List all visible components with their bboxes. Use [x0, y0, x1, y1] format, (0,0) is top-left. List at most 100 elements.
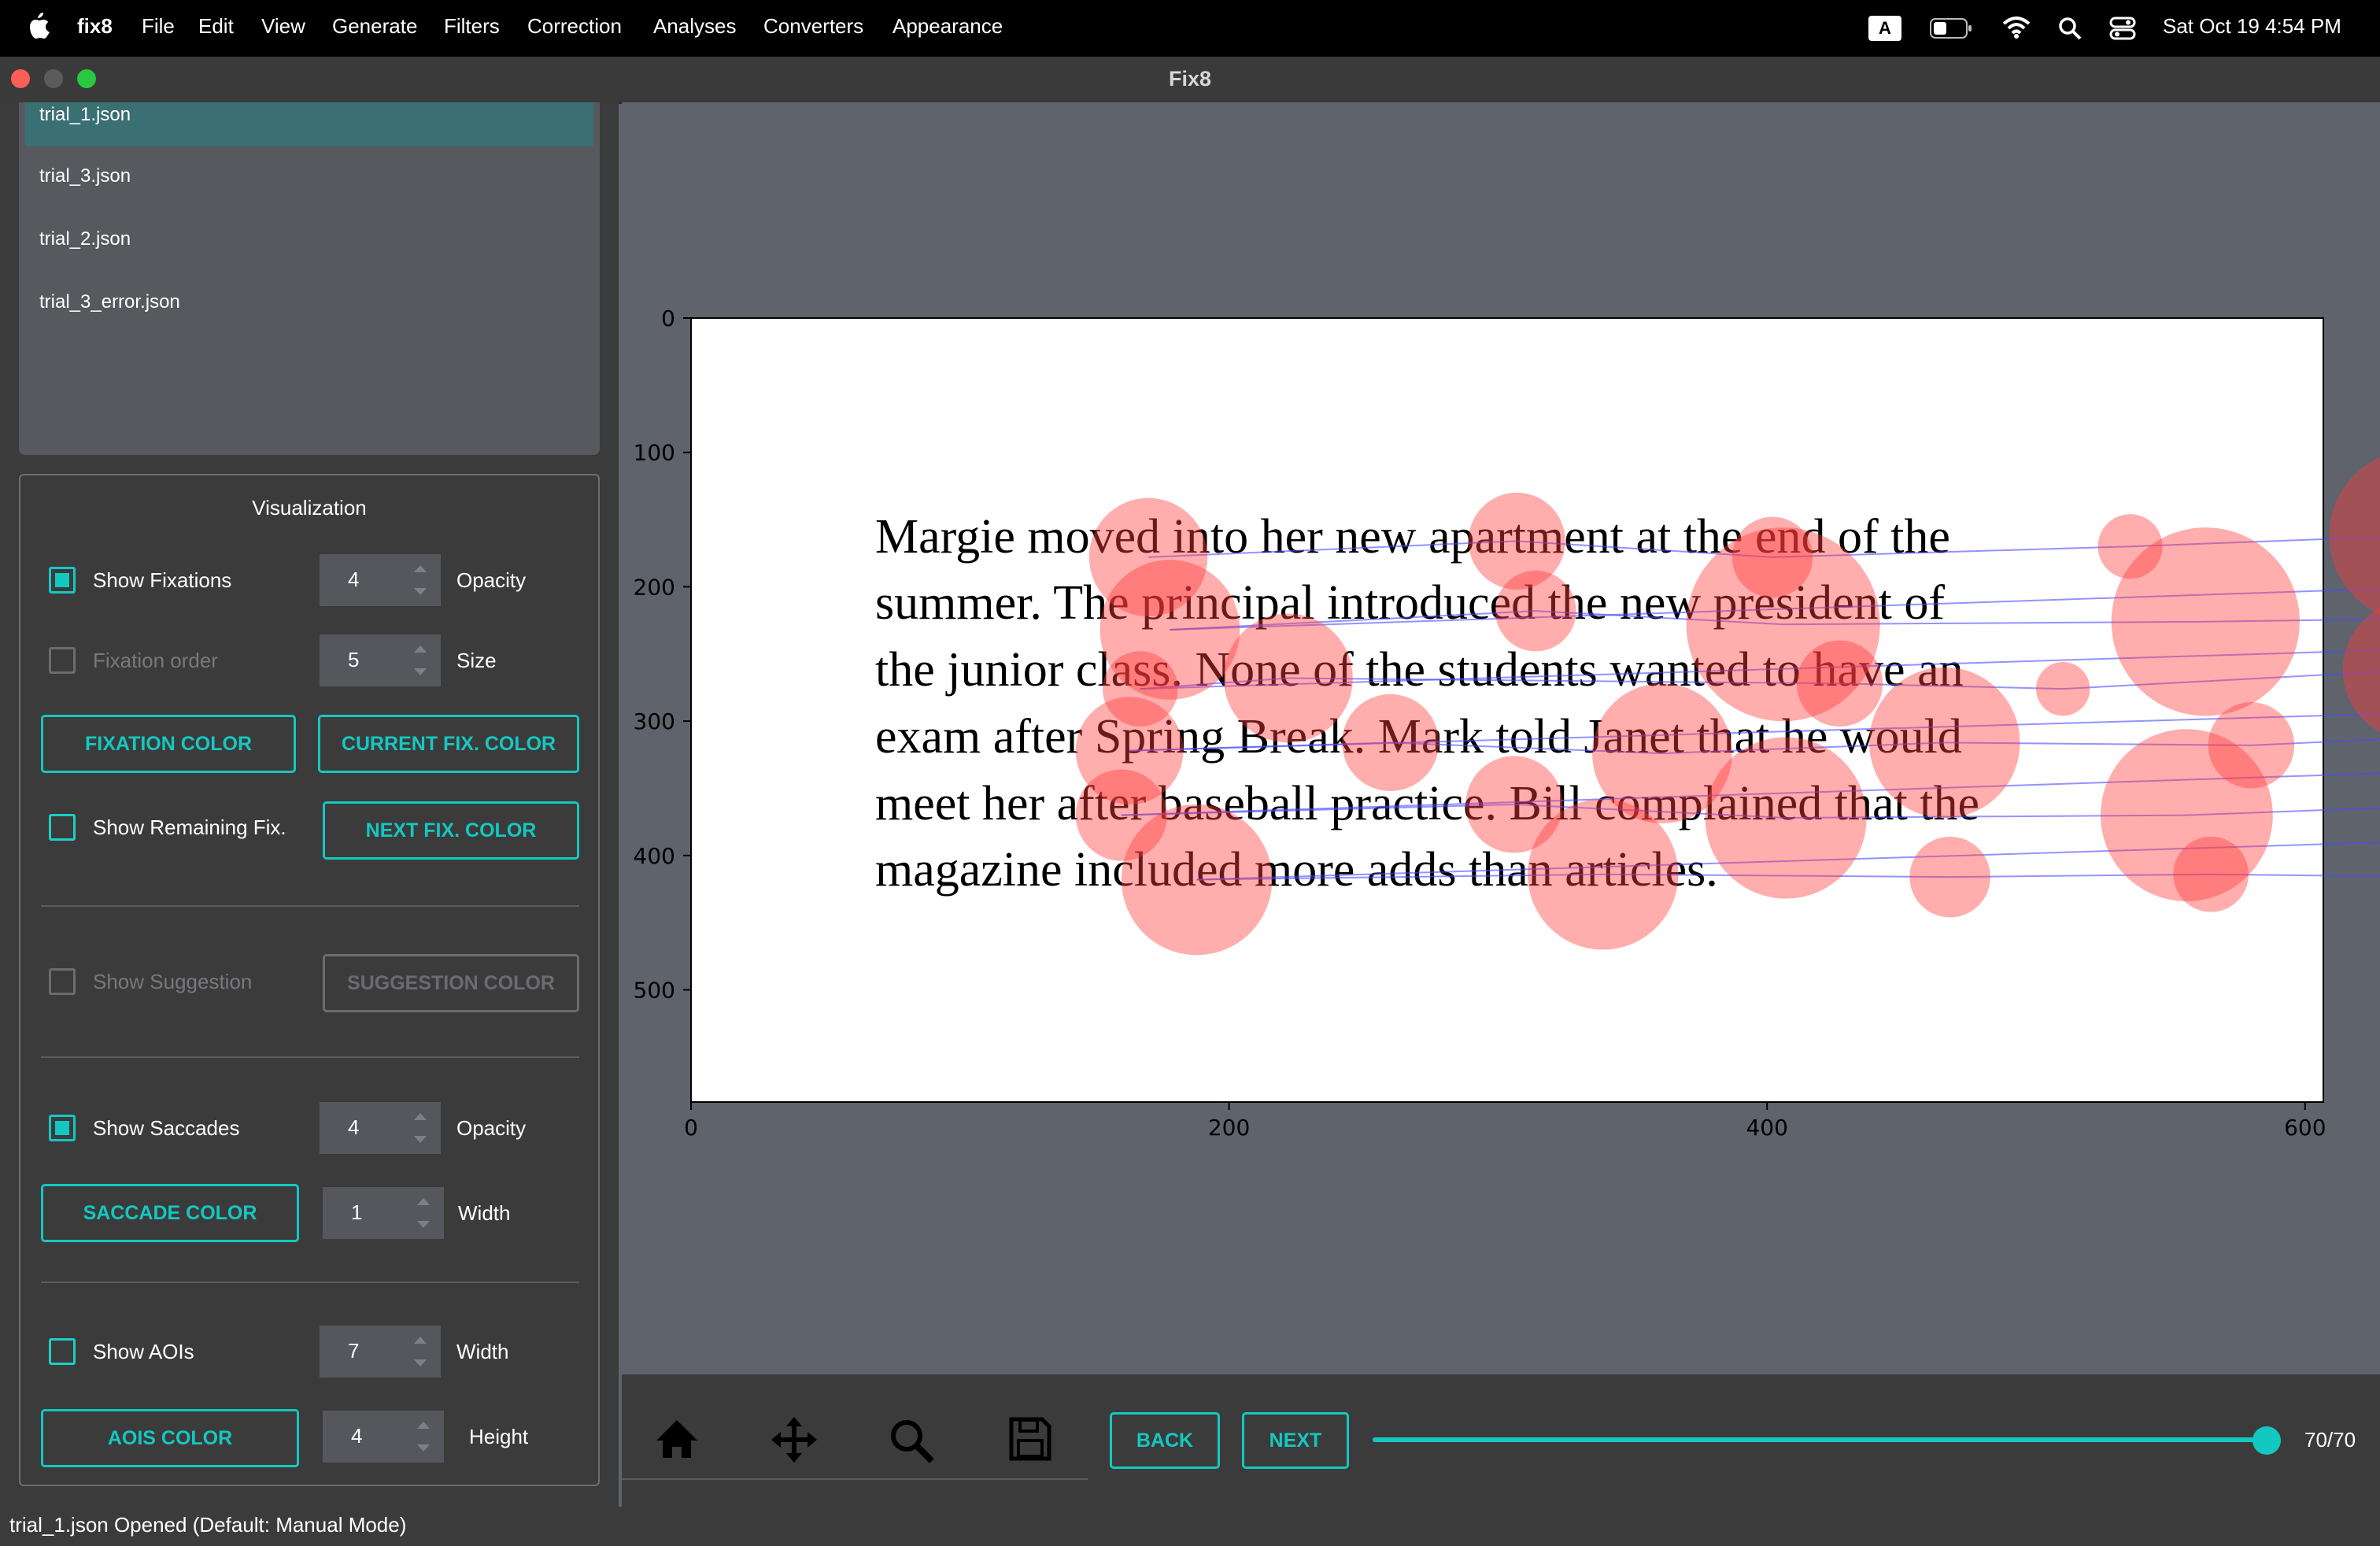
home-icon[interactable]: [653, 1417, 700, 1461]
fixation-opacity-spinbox[interactable]: 4: [320, 554, 441, 606]
menu-edit[interactable]: Edit: [198, 14, 234, 39]
file-item-trial-3-error[interactable]: trial_3_error.json: [39, 291, 180, 313]
aoi-width-spinbox[interactable]: 7: [320, 1326, 441, 1378]
menu-filters[interactable]: Filters: [444, 14, 500, 39]
spotlight-search-icon[interactable]: [2057, 16, 2082, 41]
aoi-width-label: Width: [456, 1340, 509, 1363]
next-button[interactable]: NEXT: [1242, 1412, 1349, 1469]
show-fixations-checkbox[interactable]: [49, 567, 76, 594]
spin-down-icon[interactable]: [414, 1359, 427, 1367]
divider: [41, 1056, 579, 1058]
save-floppy-icon[interactable]: [1009, 1417, 1051, 1461]
show-saccades-label: Show Saccades: [93, 1116, 240, 1140]
menu-correction[interactable]: Correction: [527, 14, 622, 39]
menu-analyses[interactable]: Analyses: [653, 14, 737, 39]
y-tick-label: 0: [661, 305, 675, 331]
saccade-width-spinbox[interactable]: 1: [323, 1187, 444, 1239]
fixation-point[interactable]: [1527, 798, 1679, 950]
show-remaining-fix-label: Show Remaining Fix.: [93, 816, 286, 839]
pan-move-icon[interactable]: [770, 1415, 819, 1464]
zoom-magnifier-icon[interactable]: [888, 1417, 935, 1464]
show-suggestion-checkbox[interactable]: [49, 968, 76, 995]
fixation-point[interactable]: [1705, 737, 1867, 899]
spin-up-icon[interactable]: [414, 1113, 427, 1120]
menu-generate[interactable]: Generate: [332, 14, 417, 39]
fixation-point[interactable]: [2173, 836, 2249, 912]
apple-icon[interactable]: [27, 13, 50, 39]
input-source-label: A: [1879, 18, 1891, 38]
visualization-panel: Visualization Show Fixations 4 Opacity F…: [19, 474, 600, 1486]
fixation-opacity-label: Opacity: [456, 568, 527, 592]
show-remaining-fix-checkbox[interactable]: [49, 814, 76, 841]
fixation-size-spinbox[interactable]: 5: [320, 634, 441, 686]
fixation-plot[interactable]: Margie moved into her new apartment at t…: [622, 102, 2380, 1374]
fixation-point[interactable]: [2111, 527, 2300, 716]
current-fix-color-button[interactable]: CURRENT FIX. COLOR: [318, 715, 579, 773]
spin-down-icon[interactable]: [417, 1444, 430, 1452]
wifi-icon[interactable]: [2002, 16, 2031, 39]
aois-color-button[interactable]: AOIS COLOR: [41, 1409, 299, 1467]
spin-up-icon[interactable]: [417, 1198, 430, 1205]
y-tick-label: 300: [634, 708, 675, 734]
macos-menubar: fix8 File Edit View Generate Filters Cor…: [0, 0, 2380, 57]
saccade-width-label: Width: [458, 1201, 511, 1225]
battery-icon[interactable]: [1930, 17, 1974, 39]
menubar-clock[interactable]: Sat Oct 19 4:54 PM: [2163, 14, 2341, 39]
menu-converters[interactable]: Converters: [763, 14, 863, 39]
suggestion-color-button[interactable]: SUGGESTION COLOR: [323, 954, 579, 1012]
spin-down-icon[interactable]: [417, 1221, 430, 1228]
file-item-trial-1[interactable]: trial_1.json: [39, 104, 131, 126]
spin-up-icon[interactable]: [414, 565, 427, 572]
fixation-point[interactable]: [1909, 836, 1990, 918]
show-saccades-checkbox[interactable]: [49, 1115, 76, 1141]
spin-up-icon[interactable]: [414, 1337, 427, 1344]
fixation-point[interactable]: [2342, 600, 2380, 740]
file-item-trial-3[interactable]: trial_3.json: [39, 165, 131, 187]
menu-view[interactable]: View: [261, 14, 305, 39]
saccade-opacity-value: 4: [348, 1115, 360, 1139]
show-aois-label: Show AOIs: [93, 1340, 194, 1363]
menu-app-name[interactable]: fix8: [77, 14, 113, 39]
spin-down-icon[interactable]: [414, 668, 427, 675]
fixation-point[interactable]: [1796, 640, 1883, 727]
menu-file[interactable]: File: [142, 14, 175, 39]
saccade-opacity-label: Opacity: [456, 1116, 527, 1140]
window-title: Fix8: [1168, 67, 1212, 91]
fixation-color-button[interactable]: FIXATION COLOR: [41, 715, 296, 773]
x-tick-label: 600: [2284, 1115, 2326, 1141]
trial-progress-slider[interactable]: [1373, 1437, 2270, 1442]
toolbar-divider: [622, 1478, 1088, 1480]
fixation-order-checkbox[interactable]: [49, 647, 76, 674]
show-fixations-label: Show Fixations: [93, 568, 232, 592]
next-fix-color-button[interactable]: NEXT FIX. COLOR: [323, 801, 579, 860]
control-center-icon[interactable]: [2109, 16, 2136, 41]
spin-down-icon[interactable]: [414, 588, 427, 595]
fixation-point[interactable]: [1495, 570, 1576, 652]
fixation-point[interactable]: [1869, 667, 2020, 819]
spin-up-icon[interactable]: [414, 645, 427, 653]
saccade-color-button[interactable]: SACCADE COLOR: [41, 1184, 299, 1242]
back-button[interactable]: BACK: [1110, 1412, 1220, 1469]
saccade-opacity-spinbox[interactable]: 4: [320, 1102, 441, 1154]
menu-appearance[interactable]: Appearance: [893, 14, 1003, 39]
y-tick-label: 200: [634, 574, 675, 600]
spin-down-icon[interactable]: [414, 1136, 427, 1143]
file-list[interactable]: trial_1.json trial_3.json trial_2.json t…: [19, 102, 600, 455]
fixation-point[interactable]: [1223, 613, 1353, 743]
input-source-badge[interactable]: A: [1868, 16, 1901, 41]
show-aois-checkbox[interactable]: [49, 1338, 76, 1365]
fixation-order-label: Fixation order: [93, 649, 218, 672]
file-item-trial-2[interactable]: trial_2.json: [39, 228, 131, 250]
progress-counter: 70/70: [2304, 1428, 2356, 1452]
fixation-point[interactable]: [1342, 693, 1439, 791]
fixation-point[interactable]: [1121, 804, 1273, 956]
slider-handle[interactable]: [2252, 1426, 2281, 1455]
fixation-size-label: Size: [456, 649, 497, 672]
aoi-height-spinbox[interactable]: 4: [323, 1411, 444, 1463]
y-tick-label: 500: [634, 978, 675, 1004]
fixation-point[interactable]: [2036, 661, 2090, 716]
aoi-height-value: 4: [351, 1424, 363, 1448]
fixation-point[interactable]: [2329, 449, 2380, 622]
spin-up-icon[interactable]: [417, 1422, 430, 1429]
divider: [41, 905, 579, 907]
